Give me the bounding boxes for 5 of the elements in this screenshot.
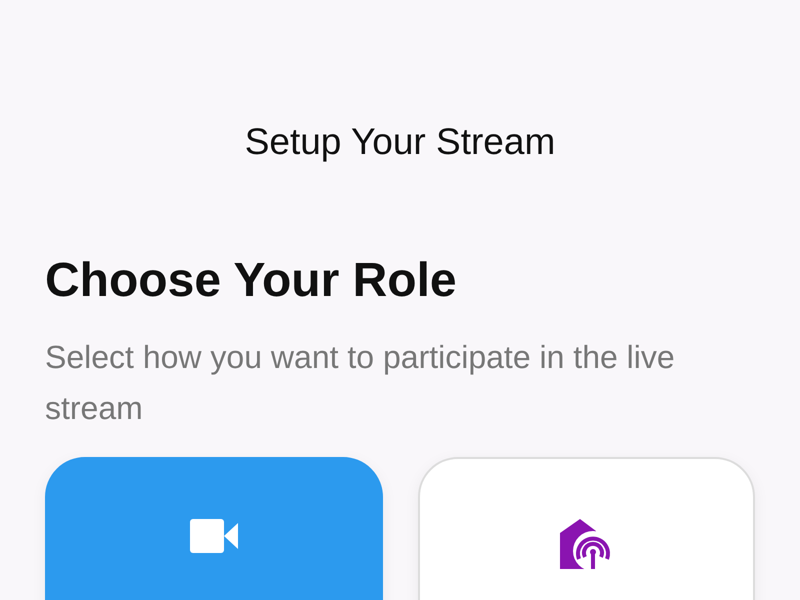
section-heading: Choose Your Role [45,253,458,310]
house-broadcast-icon [560,519,612,570]
video-camera-icon [190,519,238,554]
screen-title: Setup Your Stream [244,120,556,164]
section-subtitle: Select how you want to participate in the live stream [45,338,676,428]
